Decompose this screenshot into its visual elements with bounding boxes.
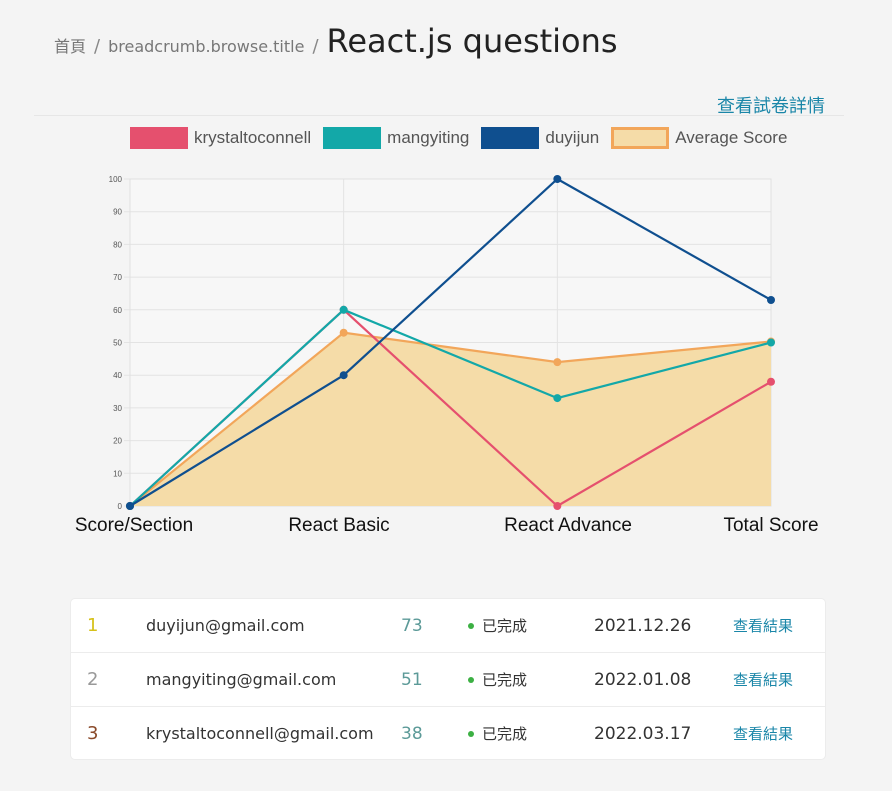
user-score: 38 [401, 723, 423, 744]
rank-label: 3 [87, 723, 99, 744]
page-title: React.js questions [326, 22, 618, 60]
status-dot-icon [468, 676, 474, 683]
legend-label: mangyiting [387, 128, 470, 147]
view-result-link[interactable]: 查看結果 [733, 653, 793, 706]
y-tick-label: 80 [113, 240, 122, 249]
data-point-mangyiting [339, 305, 348, 314]
rank-label: 2 [87, 669, 99, 690]
completion-date: 2021.12.26 [594, 615, 692, 636]
status-text: 已完成 [482, 725, 528, 743]
y-tick-label: 20 [113, 437, 122, 446]
x-tick-label: React Advance [504, 515, 632, 536]
status-text: 已完成 [482, 617, 528, 635]
results-table: 1 duyijun@gmail.com 73 已完成 2021.12.26 查看… [71, 599, 825, 759]
breadcrumb-separator: / [312, 36, 319, 57]
data-point-duyijun [126, 502, 134, 510]
data-point-duyijun [767, 295, 775, 304]
score-line-chart: 0 10 20 30 40 50 60 70 80 90 100 [109, 175, 775, 511]
legend-item[interactable]: duyijun [481, 127, 599, 149]
y-tick-label: 90 [113, 208, 122, 217]
divider [34, 115, 844, 116]
completion-date: 2022.03.17 [594, 723, 692, 744]
y-tick-label: 10 [113, 469, 122, 478]
view-result-link[interactable]: 查看結果 [733, 599, 793, 652]
legend-item[interactable]: Average Score [611, 127, 787, 149]
data-point-average-score [339, 328, 348, 337]
user-score: 51 [401, 669, 423, 690]
user-score: 73 [401, 615, 423, 636]
breadcrumb: 首頁 / breadcrumb.browse.title / React.js … [54, 22, 618, 60]
legend-swatch [611, 127, 670, 149]
data-point-krystaltoconnell [767, 377, 775, 386]
status-dot-icon [468, 730, 474, 737]
x-tick-label: Total Score [723, 515, 819, 536]
x-tick-label: React Basic [288, 515, 390, 536]
status-badge: 已完成 [468, 707, 527, 760]
legend-swatch [481, 127, 540, 149]
status-dot-icon [468, 622, 474, 629]
data-point-mangyiting [553, 394, 562, 403]
status-text: 已完成 [482, 671, 528, 689]
data-point-duyijun [553, 175, 562, 183]
view-result-link[interactable]: 查看結果 [733, 707, 793, 760]
y-tick-label: 40 [113, 371, 122, 380]
breadcrumb-browse[interactable]: breadcrumb.browse.title [108, 37, 304, 56]
user-email: duyijun@gmail.com [146, 616, 305, 635]
data-point-krystaltoconnell [553, 502, 562, 510]
y-tick-label: 100 [109, 175, 123, 184]
y-tick-label: 0 [118, 502, 123, 511]
legend-item[interactable]: krystaltoconnell [130, 127, 311, 149]
user-email: mangyiting@gmail.com [146, 670, 337, 689]
data-point-duyijun [339, 371, 348, 380]
chart-legend: krystaltoconnell mangyiting duyijun Average… [130, 127, 799, 149]
y-tick-label: 30 [113, 404, 122, 413]
data-point-mangyiting [767, 338, 775, 347]
breadcrumb-home[interactable]: 首頁 [54, 33, 86, 57]
completion-date: 2022.01.08 [594, 669, 692, 690]
breadcrumb-separator: / [94, 36, 101, 57]
legend-label: krystaltoconnell [194, 128, 312, 147]
table-row: 1 duyijun@gmail.com 73 已完成 2021.12.26 查看… [71, 599, 825, 653]
status-badge: 已完成 [468, 653, 527, 706]
legend-swatch [323, 127, 382, 149]
y-tick-label: 70 [113, 273, 122, 282]
legend-item[interactable]: mangyiting [323, 127, 469, 149]
y-tick-label: 60 [113, 306, 122, 315]
y-tick-label: 50 [113, 339, 122, 348]
table-row: 2 mangyiting@gmail.com 51 已完成 2022.01.08… [71, 653, 825, 707]
x-tick-label: Score/Section [74, 515, 194, 536]
data-point-average-score [553, 358, 562, 367]
legend-swatch [130, 127, 188, 149]
legend-label: Average Score [675, 128, 788, 147]
table-row: 3 krystaltoconnell@gmail.com 38 已完成 2022… [71, 707, 825, 760]
legend-label: duyijun [545, 128, 600, 147]
user-email: krystaltoconnell@gmail.com [146, 724, 374, 743]
rank-label: 1 [87, 615, 99, 636]
status-badge: 已完成 [468, 599, 527, 652]
